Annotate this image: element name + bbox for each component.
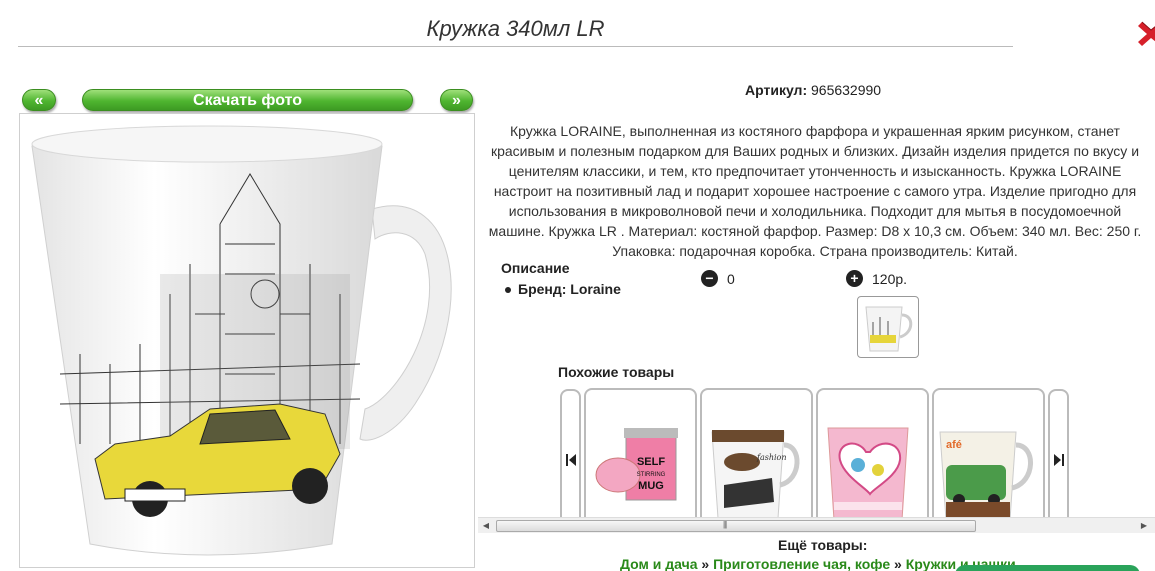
skip-back-icon [565, 454, 576, 466]
cafe-car-mug-image: afé [939, 431, 1033, 521]
horizontal-scrollbar[interactable]: ◀ ||| ▶ [478, 517, 1155, 533]
plus-icon[interactable]: + [846, 270, 863, 287]
scroll-left-icon[interactable]: ◀ [480, 521, 492, 531]
price-value: 120р. [872, 270, 908, 287]
similar-product-card[interactable]: afé [932, 388, 1045, 528]
grip-icon: ||| [723, 520, 727, 529]
brand-label: Бренд: Loraine [518, 281, 621, 297]
brand-item: Бренд: Loraine [505, 281, 621, 297]
description-heading: Описание [501, 260, 570, 276]
bullet-icon [505, 287, 511, 294]
minus-icon[interactable]: − [701, 270, 718, 287]
close-icon[interactable] [1138, 18, 1155, 50]
similar-product-card[interactable]: fashion [700, 388, 813, 528]
title-divider [18, 46, 1013, 47]
prev-photo-button[interactable]: « [22, 89, 56, 111]
crumb-separator: » [701, 556, 710, 571]
mug-thumbnail-image [865, 306, 913, 352]
quantity-value: 0 [727, 270, 735, 287]
carousel-next-button[interactable] [1048, 389, 1069, 529]
page-title: Кружка 340мл LR [426, 16, 605, 41]
similar-products-heading: Похожие товары [558, 364, 675, 380]
svg-text:fashion: fashion [756, 453, 787, 462]
crumb-home-garden[interactable]: Дом и дача [620, 556, 698, 571]
svg-text:MUG: MUG [638, 480, 664, 492]
download-photo-button[interactable]: Скачать фото [82, 89, 413, 111]
svg-text:SELF: SELF [637, 456, 665, 468]
heart-mug-image [827, 427, 909, 521]
article-label: Артикул: [745, 82, 808, 98]
similar-product-card[interactable] [816, 388, 929, 528]
quantity-control: − 0 [701, 270, 735, 287]
article-line: Артикул: 965632990 [745, 82, 881, 98]
next-photo-button[interactable]: » [440, 89, 473, 111]
price-control: + 120р. [846, 270, 907, 287]
product-description: Кружка LORAINE, выполненная из костяного… [488, 123, 1142, 259]
scrollbar-thumb[interactable] [496, 520, 976, 532]
crumb-separator: » [894, 556, 902, 571]
fashion-mug-image: fashion [711, 430, 800, 519]
similar-product-card[interactable]: SELF STIRRING MUG [584, 388, 697, 528]
product-thumbnail[interactable] [857, 296, 919, 358]
scroll-right-icon[interactable]: ▶ [1138, 521, 1150, 531]
article-value: 965632990 [811, 82, 882, 98]
product-photo[interactable] [19, 113, 475, 568]
svg-text:STIRRING: STIRRING [637, 472, 666, 478]
self-stirring-mug-image: SELF STIRRING MUG [595, 428, 678, 501]
crumb-tea-coffee[interactable]: Приготовление чая, кофе [713, 556, 890, 571]
carousel-prev-button[interactable] [560, 389, 581, 529]
svg-text:afé: afé [946, 439, 962, 451]
more-products-heading: Ещё товары: [778, 537, 868, 553]
mug-image [31, 125, 452, 556]
skip-forward-icon [1053, 454, 1064, 466]
floating-widget-tab[interactable] [955, 565, 1140, 571]
